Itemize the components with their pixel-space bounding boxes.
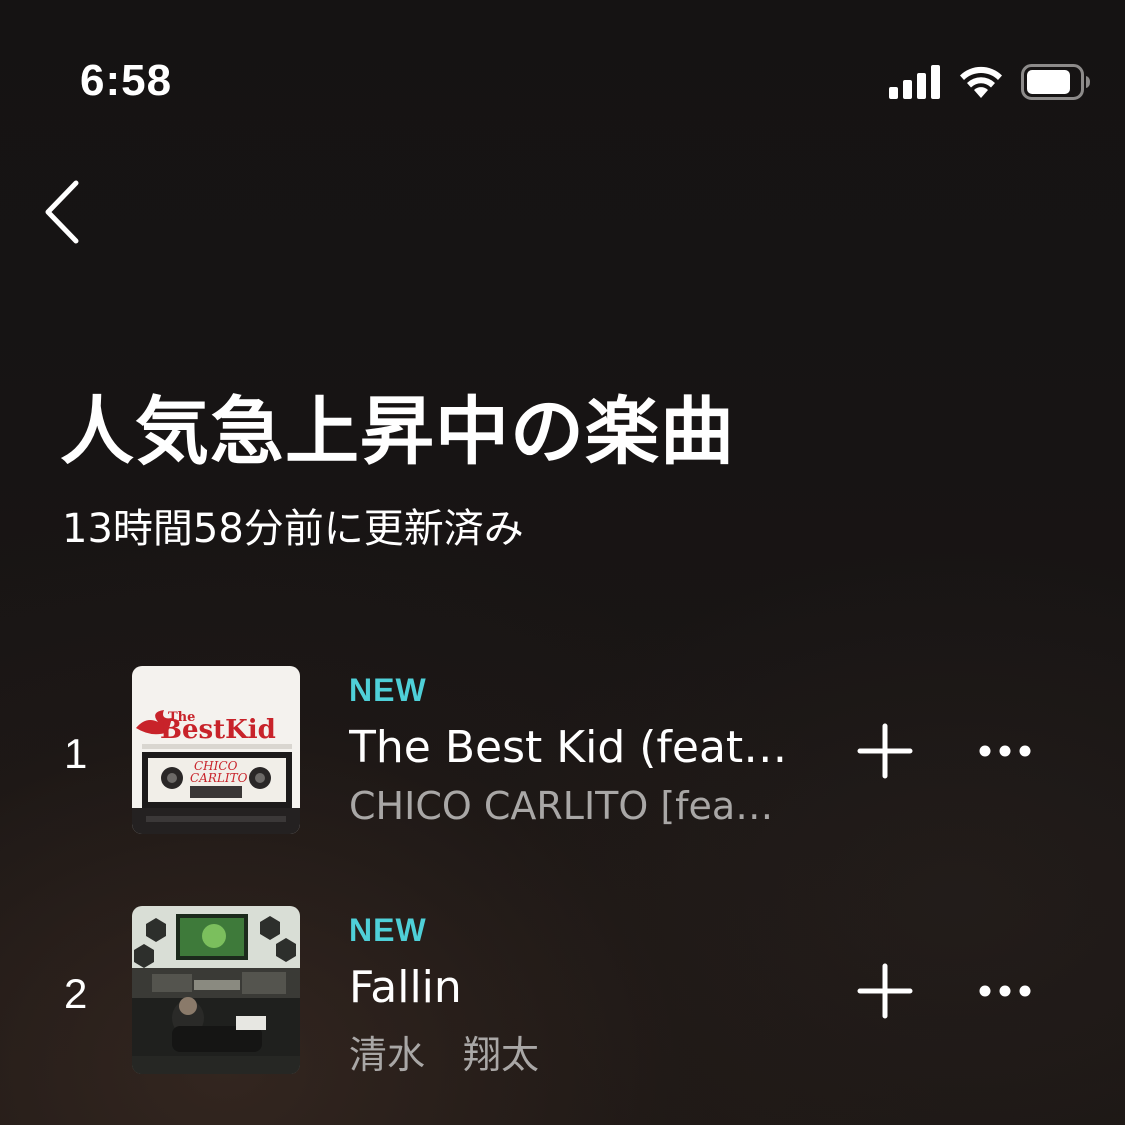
album-art-best-kid[interactable]: The BestKid CHICO CARLITO bbox=[132, 666, 300, 834]
new-badge: NEW bbox=[349, 912, 427, 948]
track-rank: 1 bbox=[64, 730, 88, 777]
track-title[interactable]: Fallin bbox=[349, 962, 789, 1013]
ellipsis-icon bbox=[979, 745, 1031, 757]
add-to-library-button[interactable] bbox=[856, 962, 914, 1020]
wifi-icon bbox=[960, 66, 1002, 98]
plus-icon bbox=[857, 963, 913, 1019]
track-artist[interactable]: 清水 翔太 bbox=[349, 1024, 779, 1079]
page-subtitle: 13時間58分前に更新済み bbox=[62, 506, 524, 552]
battery-icon bbox=[1021, 64, 1090, 100]
album-art-fallin[interactable] bbox=[132, 906, 300, 1074]
track-row-1[interactable]: 1 The BestKid CHICO CARLITO NEW The Best… bbox=[0, 666, 1125, 836]
track-rank: 2 bbox=[64, 970, 88, 1017]
track-row-2[interactable]: 2 NEW Fallin 清水 翔太 bbox=[0, 906, 1125, 1079]
ellipsis-icon bbox=[979, 985, 1031, 997]
track-artist[interactable]: CHICO CARLITO [feat. Bonbero] bbox=[349, 784, 779, 828]
track-title[interactable]: The Best Kid (feat. Bonbero) bbox=[349, 722, 789, 773]
back-button[interactable] bbox=[34, 174, 90, 250]
more-options-button[interactable] bbox=[976, 734, 1034, 768]
artwork-logo: BestKid bbox=[160, 715, 276, 745]
screen: 6:58 人気急上昇中の楽曲 13時間58分前に更新済み 1 The BestK… bbox=[0, 0, 1125, 1125]
add-to-library-button[interactable] bbox=[856, 722, 914, 780]
new-badge: NEW bbox=[349, 672, 427, 708]
status-icons bbox=[889, 62, 1091, 102]
more-options-button[interactable] bbox=[976, 974, 1034, 1008]
plus-icon bbox=[857, 723, 913, 779]
chevron-left-icon bbox=[45, 180, 79, 244]
page-title: 人気急上昇中の楽曲 bbox=[60, 389, 735, 475]
status-time: 6:58 bbox=[80, 56, 173, 105]
artwork-cover-text: CARLITO bbox=[190, 771, 248, 785]
cellular-signal-icon bbox=[889, 65, 940, 99]
